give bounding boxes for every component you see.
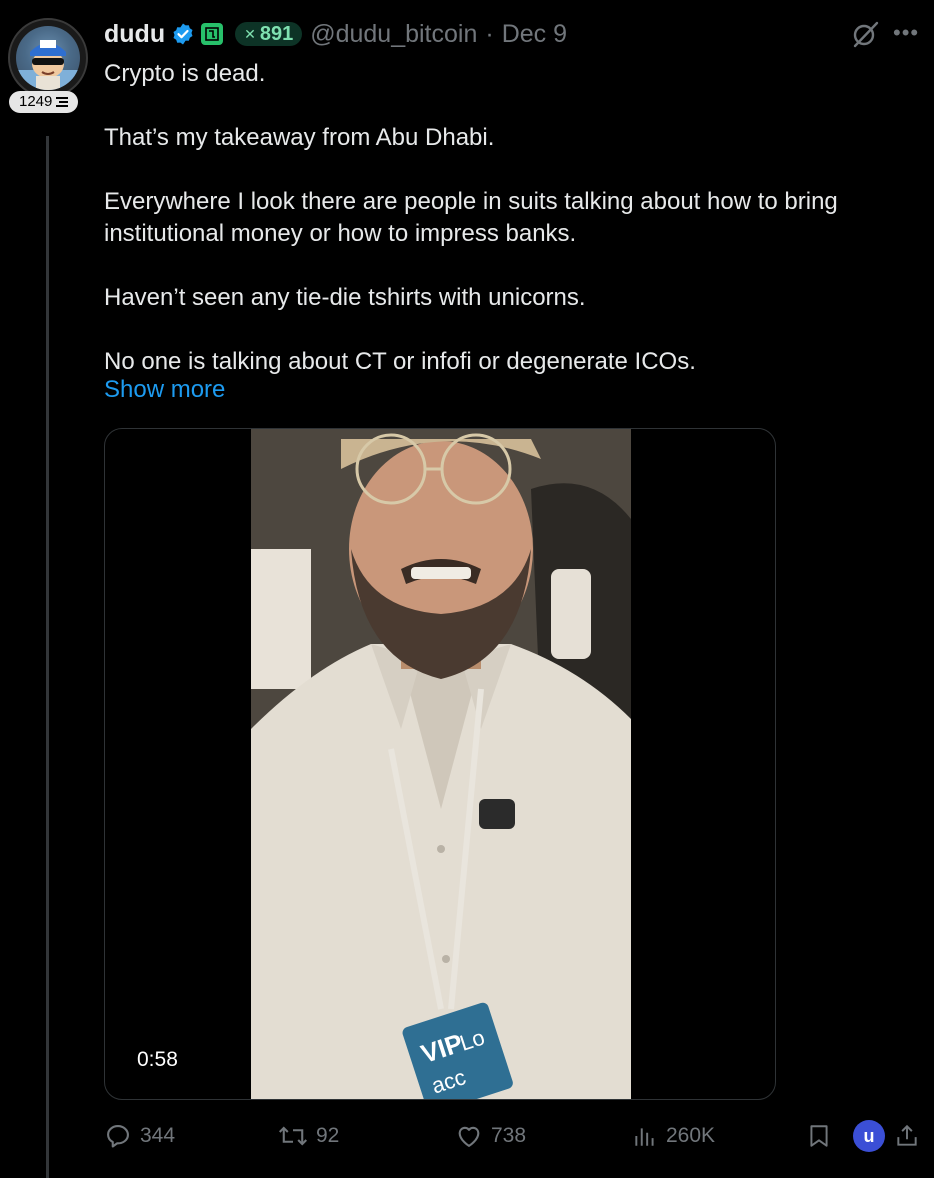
video-player[interactable]: VIP Lo acc 0:58 bbox=[104, 428, 776, 1100]
reply-button[interactable]: 344 bbox=[104, 1116, 175, 1156]
current-user-avatar[interactable]: u bbox=[853, 1120, 885, 1152]
tweet-paragraph: Haven’t seen any tie-die tshirts with un… bbox=[104, 284, 586, 311]
author-avatar-frame[interactable] bbox=[8, 18, 88, 98]
tweet-paragraph: No one is talking about CT or infofi or … bbox=[104, 348, 696, 375]
reply-icon bbox=[107, 1125, 129, 1148]
tweet-header: dudu ✕ 891 @dudu_bitcoin · Dec 9 bbox=[104, 18, 567, 50]
grok-icon[interactable] bbox=[851, 20, 879, 53]
x-score: 891 bbox=[259, 22, 294, 45]
green-tag-icon[interactable] bbox=[201, 23, 224, 45]
repost-button[interactable]: 92 bbox=[278, 1116, 339, 1156]
tweet-paragraph: That’s my takeaway from Abu Dhabi. bbox=[104, 124, 495, 151]
views-icon bbox=[635, 1128, 654, 1146]
like-icon bbox=[458, 1126, 480, 1147]
bookmark-icon bbox=[810, 1125, 828, 1147]
x-mark-icon: ✕ bbox=[244, 25, 256, 42]
list-icon bbox=[56, 97, 69, 107]
retweet-icon bbox=[278, 1126, 308, 1146]
x-score-badge[interactable]: ✕ 891 bbox=[235, 22, 303, 46]
avatar[interactable] bbox=[16, 26, 80, 90]
header-separator: · bbox=[485, 19, 494, 48]
bookmark-button[interactable] bbox=[806, 1116, 832, 1156]
video-duration: 0:58 bbox=[127, 1045, 188, 1075]
more-icon[interactable]: ••• bbox=[893, 20, 919, 46]
video-frame[interactable]: VIP Lo acc bbox=[251, 429, 631, 1099]
share-button[interactable] bbox=[894, 1116, 920, 1156]
display-name[interactable]: dudu bbox=[104, 20, 165, 49]
thread-line bbox=[46, 136, 49, 1178]
tweet-date[interactable]: Dec 9 bbox=[502, 20, 567, 49]
view-count: 260K bbox=[666, 1124, 716, 1147]
verified-icon[interactable] bbox=[171, 22, 195, 46]
share-icon bbox=[897, 1124, 917, 1146]
author-handle[interactable]: @dudu_bitcoin bbox=[310, 20, 477, 49]
like-button[interactable]: 738 bbox=[455, 1116, 526, 1156]
repost-count: 92 bbox=[316, 1124, 340, 1147]
reply-count: 344 bbox=[140, 1124, 176, 1147]
tweet-text: Crypto is dead. That’s my takeaway from … bbox=[104, 58, 894, 378]
views-button[interactable]: 260K bbox=[632, 1116, 715, 1156]
author-score-badge[interactable]: 1249 bbox=[9, 91, 79, 113]
tweet-actions: 344 92 738 260K u bbox=[0, 1116, 934, 1156]
like-count: 738 bbox=[491, 1124, 527, 1147]
show-more-link[interactable]: Show more bbox=[104, 376, 225, 404]
tweet-paragraph: Crypto is dead. bbox=[104, 60, 266, 87]
author-score: 1249 bbox=[19, 93, 53, 110]
tweet-paragraph: Everywhere I look there are people in su… bbox=[104, 188, 838, 247]
